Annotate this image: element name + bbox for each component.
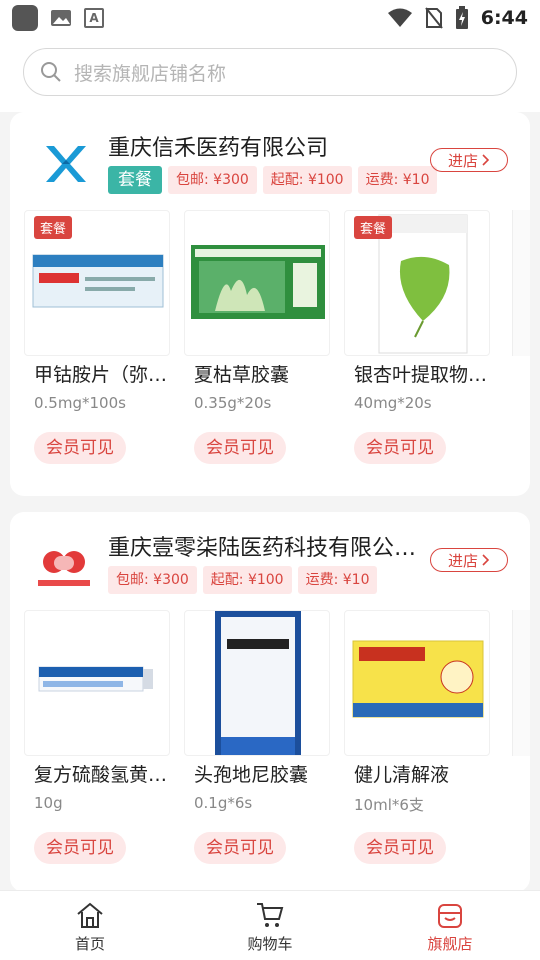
store-tags: 包邮: ¥300 起配: ¥100 运费: ¥10 [108, 566, 378, 594]
gallery-icon [50, 9, 72, 27]
enter-store-button[interactable]: 进店 [430, 548, 508, 572]
search-icon [40, 61, 62, 83]
product-card[interactable]: 健儿清解液 10ml*6支 会员可见 [344, 610, 490, 890]
cart-icon [255, 901, 285, 929]
store-logo [32, 532, 96, 596]
product-name: 夏枯草胶囊 [194, 364, 290, 386]
next-product-peek [512, 610, 530, 756]
product-image [24, 610, 170, 756]
search-bar-container: 搜索旗舰店铺名称 [0, 36, 540, 112]
member-price-button[interactable]: 会员可见 [194, 832, 286, 864]
product-card[interactable]: 套餐 银杏叶提取物… 40mg*20s 会员可见 [344, 210, 490, 490]
member-price-button[interactable]: 会员可见 [34, 832, 126, 864]
nav-store-label: 旗舰店 [427, 935, 473, 953]
product-spec: 10g [34, 794, 63, 812]
product-image [344, 610, 490, 756]
product-name: 健儿清解液 [354, 764, 450, 786]
shipping-fee-tag: 运费: ¥10 [297, 566, 378, 594]
status-time: 6:44 [480, 7, 528, 29]
enter-store-button[interactable]: 进店 [430, 148, 508, 172]
free-shipping-tag: 包邮: ¥300 [168, 166, 257, 194]
min-order-tag: 起配: ¥100 [262, 166, 352, 194]
store-logo [32, 132, 96, 196]
product-name: 头孢地尼胶囊 [194, 764, 309, 786]
store-name: 重庆信禾医药有限公司 [108, 136, 329, 161]
store-header[interactable]: 重庆壹零柒陆医药科技有限公… 包邮: ¥300 起配: ¥100 运费: ¥10… [10, 512, 530, 612]
product-image [184, 210, 330, 356]
member-price-button[interactable]: 会员可见 [34, 432, 126, 464]
product-spec: 10ml*6支 [354, 796, 424, 814]
product-image [184, 610, 330, 756]
store-card: 重庆壹零柒陆医药科技有限公… 包邮: ¥300 起配: ¥100 运费: ¥10… [10, 512, 530, 892]
bottom-nav: 首页 购物车 旗舰店 [0, 890, 540, 960]
product-card[interactable]: 复方硫酸氢黄… 10g 会员可见 [24, 610, 170, 890]
store-name: 重庆壹零柒陆医药科技有限公… [108, 536, 417, 561]
app-icon [12, 5, 38, 31]
status-bar: A 6:44 [0, 0, 540, 36]
chevron-right-icon [482, 154, 490, 166]
nav-home[interactable]: 首页 [0, 891, 180, 960]
store-tags: 套餐 包邮: ¥300 起配: ¥100 运费: ¥10 [108, 166, 438, 194]
battery-charging-icon [455, 6, 469, 30]
product-card[interactable]: 套餐 甲钴胺片（弥… 0.5mg*100s 会员可见 [24, 210, 170, 490]
free-shipping-tag: 包邮: ¥300 [108, 566, 197, 594]
nav-cart-label: 购物车 [247, 935, 293, 953]
shipping-fee-tag: 运费: ¥10 [357, 166, 438, 194]
no-sim-icon [424, 7, 443, 29]
member-price-button[interactable]: 会员可见 [194, 432, 286, 464]
next-product-peek [512, 210, 530, 356]
enter-store-label: 进店 [447, 551, 478, 570]
wifi-icon [387, 8, 413, 28]
product-name: 复方硫酸氢黄… [34, 764, 168, 786]
package-tag: 套餐 [108, 166, 162, 194]
product-list: 套餐 甲钴胺片（弥… 0.5mg*100s 会员可见 夏枯草胶囊 0.35g*2… [24, 210, 530, 490]
product-card[interactable]: 头孢地尼胶囊 0.1g*6s 会员可见 [184, 610, 330, 890]
nav-cart[interactable]: 购物车 [180, 891, 360, 960]
search-placeholder: 搜索旗舰店铺名称 [74, 62, 227, 85]
min-order-tag: 起配: ¥100 [202, 566, 292, 594]
nav-store[interactable]: 旗舰店 [360, 891, 540, 960]
home-icon [75, 901, 105, 929]
product-name: 甲钴胺片（弥… [34, 364, 168, 386]
package-badge: 套餐 [34, 216, 73, 239]
product-spec: 0.35g*20s [194, 394, 272, 412]
font-icon: A [84, 8, 104, 28]
member-price-button[interactable]: 会员可见 [354, 832, 446, 864]
product-card[interactable]: 夏枯草胶囊 0.35g*20s 会员可见 [184, 210, 330, 490]
product-spec: 0.1g*6s [194, 794, 253, 812]
store-header[interactable]: 重庆信禾医药有限公司 套餐 包邮: ¥300 起配: ¥100 运费: ¥10 … [10, 112, 530, 212]
chevron-right-icon [482, 554, 490, 566]
store-card: 重庆信禾医药有限公司 套餐 包邮: ¥300 起配: ¥100 运费: ¥10 … [10, 112, 530, 496]
product-list: 复方硫酸氢黄… 10g 会员可见 头孢地尼胶囊 0.1g*6s 会员可见 健儿清… [24, 610, 530, 890]
enter-store-label: 进店 [447, 151, 478, 170]
nav-home-label: 首页 [74, 935, 105, 953]
member-price-button[interactable]: 会员可见 [354, 432, 446, 464]
product-name: 银杏叶提取物… [354, 364, 488, 386]
store-icon [435, 901, 465, 929]
package-badge: 套餐 [354, 216, 393, 239]
product-spec: 40mg*20s [354, 394, 432, 412]
search-input[interactable]: 搜索旗舰店铺名称 [23, 48, 517, 96]
product-spec: 0.5mg*100s [34, 394, 126, 412]
